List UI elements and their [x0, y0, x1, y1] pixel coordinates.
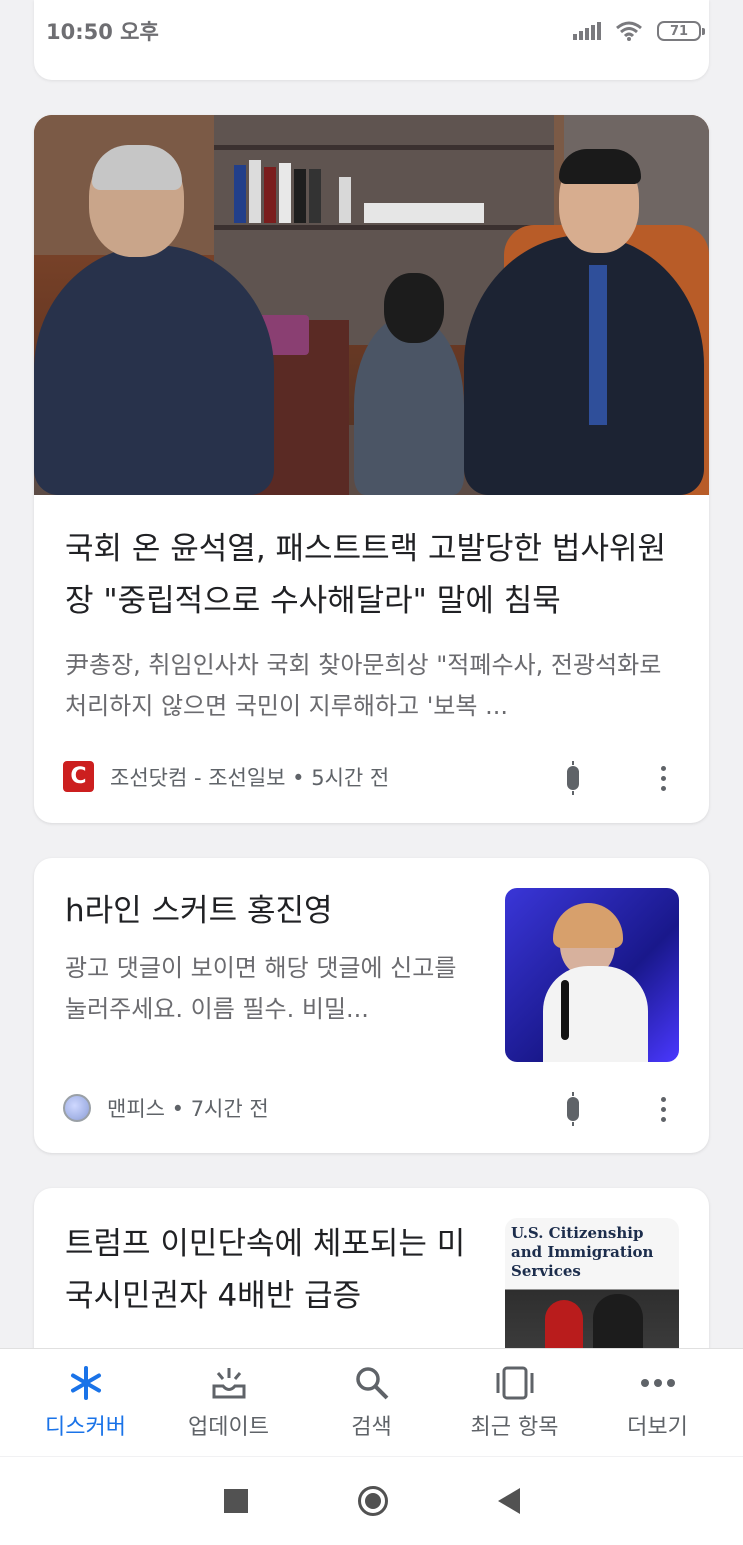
nav-more-label: 더보기 — [627, 1414, 688, 1440]
news-card-2-source-text: 맨피스 • 7시간 전 — [107, 1097, 269, 1121]
news-card-1-title[interactable]: 국회 온 윤석열, 패스트트랙 고발당한 법사위원장 "중립적으로 수사해달라"… — [65, 523, 685, 627]
nav-updates[interactable]: 업데이트 — [159, 1365, 299, 1441]
news-card-1[interactable]: 국회 온 윤석열, 패스트트랙 고발당한 법사위원장 "중립적으로 수사해달라"… — [34, 115, 709, 823]
chosun-logo-icon: C — [63, 761, 94, 792]
system-navigation-bar — [0, 1457, 743, 1545]
nav-discover[interactable]: 디스커버 — [16, 1365, 156, 1441]
nav-more[interactable]: 더보기 — [588, 1365, 728, 1441]
card-2-voice-action-icon[interactable] — [563, 1092, 583, 1126]
nav-recent[interactable]: 최근 항목 — [445, 1365, 585, 1441]
nav-search-label: 검색 — [351, 1414, 392, 1440]
news-card-2-thumbnail[interactable] — [505, 888, 679, 1062]
news-card-2-snippet: 광고 댓글이 보이면 해당 댓글에 신고를 눌러주세요. 이름 필수. 비밀..… — [65, 954, 457, 1023]
recent-apps-icon[interactable] — [223, 1489, 248, 1513]
nav-search[interactable]: 검색 — [302, 1365, 442, 1441]
globe-icon — [63, 1094, 91, 1122]
news-card-3-title[interactable]: 트럼프 이민단속에 체포되는 미국시민권자 4배반 급증 — [65, 1218, 485, 1322]
news-card-1-image[interactable] — [34, 115, 709, 495]
card-1-voice-action-icon[interactable] — [563, 761, 583, 795]
news-card-2-source[interactable]: 맨피스 • 7시간 전 — [63, 1093, 269, 1123]
nav-recent-label: 최근 항목 — [470, 1414, 559, 1440]
news-card-2[interactable]: h라인 스커트 홍진영 광고 댓글이 보이면 해당 댓글에 신고를 눌러주세요.… — [34, 858, 709, 1153]
home-icon[interactable] — [357, 1486, 388, 1516]
battery-level: 71 — [669, 23, 689, 39]
card-2-more-options-icon[interactable] — [653, 1092, 673, 1126]
nav-discover-label: 디스커버 — [45, 1414, 126, 1440]
discover-icon — [66, 1365, 106, 1401]
status-time: 10:50 오후 — [46, 20, 159, 44]
wifi-icon — [616, 21, 642, 41]
status-icons: 71 — [573, 20, 705, 42]
news-card-1-source[interactable]: C 조선닷컴 - 조선일보 • 5시간 전 — [63, 761, 389, 792]
battery-indicator: 71 — [657, 21, 705, 41]
news-card-1-source-text: 조선닷컴 - 조선일보 • 5시간 전 — [110, 765, 390, 790]
signal-icon — [573, 22, 601, 40]
nav-updates-label: 업데이트 — [188, 1414, 269, 1440]
news-card-3-thumbnail-text: U.S. Citizenship and Immigration Service… — [511, 1224, 654, 1280]
bottom-navigation: 디스커버 업데이트 검색 최근 항목 더보기 — [0, 1348, 743, 1456]
search-icon — [352, 1365, 392, 1401]
back-icon[interactable] — [497, 1488, 520, 1514]
news-card-1-snippet: 尹총장, 취임인사차 국회 찾아문희상 "적폐수사, 전광석화로 처리하지 않으… — [65, 651, 662, 720]
recent-icon — [495, 1365, 535, 1401]
card-1-more-options-icon[interactable] — [653, 761, 673, 795]
news-card-2-title[interactable]: h라인 스커트 홍진영 — [65, 888, 333, 934]
updates-icon — [209, 1365, 249, 1401]
more-icon — [638, 1365, 678, 1401]
status-bar: 10:50 오후 71 — [0, 0, 743, 62]
